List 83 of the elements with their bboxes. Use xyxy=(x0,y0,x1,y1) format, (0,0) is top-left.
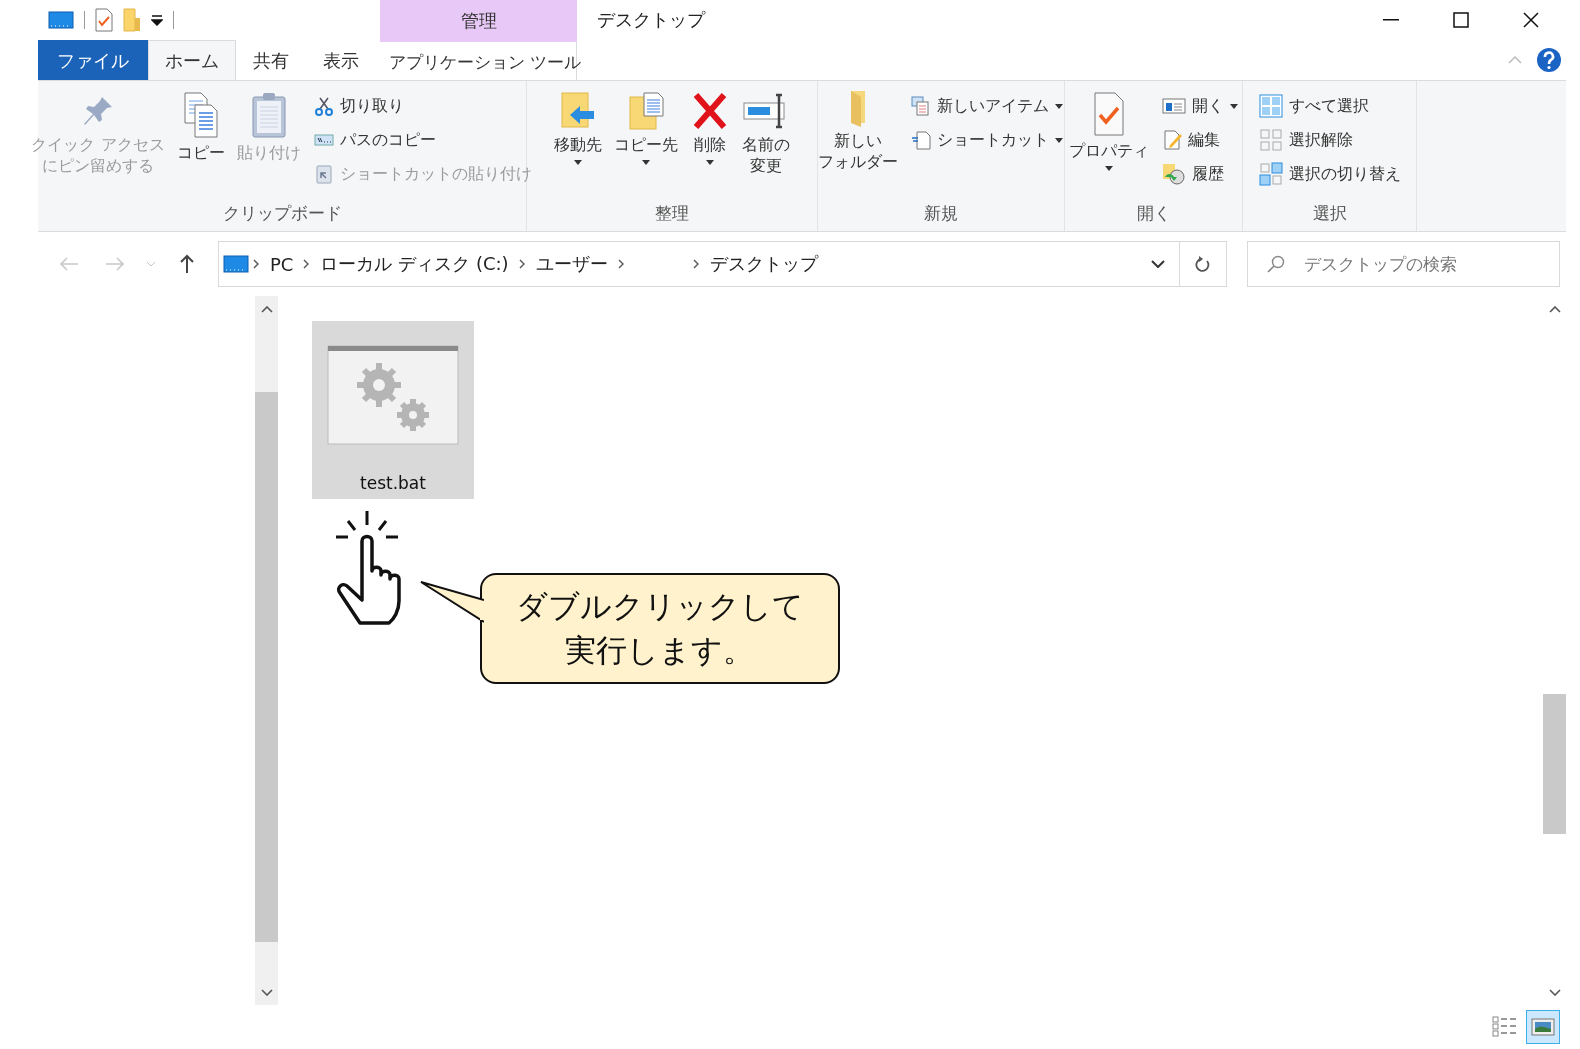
window-title: デスクトップ xyxy=(597,8,707,32)
group-label: 整理 xyxy=(654,202,690,225)
chevron-right-icon xyxy=(253,259,260,269)
ribbon-tab[interactable]: 共有 xyxy=(236,40,306,80)
breadcrumb[interactable]: ローカル ディスク (C:) xyxy=(314,252,515,276)
ribbon-tab[interactable]: 表示 xyxy=(306,40,376,80)
chevron-right-icon xyxy=(518,259,526,269)
chevron-down-icon xyxy=(146,261,156,267)
search-field[interactable]: デスクトップの検索 xyxy=(1247,241,1560,287)
ribbon-button[interactable]: コピー先 xyxy=(611,89,681,202)
minimize-icon xyxy=(1383,19,1399,21)
shortcut-icon xyxy=(911,130,931,150)
folder-icon xyxy=(851,91,865,127)
scroll-up-icon xyxy=(260,305,273,313)
search-icon xyxy=(1267,255,1285,273)
breadcrumb[interactable]: ユーザー xyxy=(529,252,614,276)
grid-icon xyxy=(1258,94,1283,118)
partial-grid-icon xyxy=(1258,162,1283,186)
refresh-icon xyxy=(1195,255,1211,273)
address-bar[interactable]: PC ローカル ディスク (C:) ユーザー デスクトップ xyxy=(218,241,1180,287)
checkmark-document-icon xyxy=(95,8,113,32)
scrollbar-thumb[interactable] xyxy=(255,392,278,942)
folder-copy-icon xyxy=(626,91,666,131)
group-label: 新規 xyxy=(923,202,959,225)
context-tab-header: 管理 xyxy=(380,0,577,42)
scroll-up-icon xyxy=(1548,305,1561,313)
ribbon-button[interactable]: 削除 xyxy=(687,89,733,202)
window-icon xyxy=(1161,96,1186,116)
ribbon-button[interactable]: 切り取り xyxy=(309,89,536,123)
collapse-ribbon-icon xyxy=(1508,56,1522,64)
gear-window-icon xyxy=(327,345,459,445)
breadcrumb[interactable]: デスクトップ xyxy=(703,252,824,276)
close-icon xyxy=(1523,12,1539,28)
folder-icon xyxy=(123,8,141,32)
help-icon xyxy=(1536,47,1562,73)
chevron-down-icon xyxy=(1151,260,1165,268)
view-button[interactable] xyxy=(1526,1010,1560,1044)
chevron-right-icon xyxy=(303,259,311,269)
customize-dropdown-icon xyxy=(151,14,163,26)
ribbon-button[interactable]: 選択の切り替え xyxy=(1254,157,1405,191)
ribbon-button[interactable]: 新しいアイテム xyxy=(907,89,1067,123)
scrollbar-thumb[interactable] xyxy=(1543,694,1566,834)
empty-grid-icon xyxy=(1258,128,1283,152)
shortcut-paste-icon xyxy=(313,164,334,184)
chevron-right-icon xyxy=(617,259,625,269)
scroll-down-icon xyxy=(1548,988,1561,996)
refresh-button[interactable] xyxy=(1180,241,1227,287)
ribbon-button[interactable]: 開く xyxy=(1157,89,1242,123)
ribbon-button[interactable]: 名前の 変更 xyxy=(739,89,793,202)
ribbon-tab[interactable]: ファイル xyxy=(38,40,148,80)
scissors-icon xyxy=(313,96,334,116)
large-icons-view-icon xyxy=(1531,1018,1555,1036)
ribbon-tab[interactable]: アプリケーション ツール xyxy=(380,42,591,82)
ribbon-button[interactable]: プロパティ xyxy=(1065,89,1152,202)
ribbon-button[interactable]: パスのコピー xyxy=(309,123,536,157)
ribbon-button[interactable]: 新しい フォルダー xyxy=(815,89,901,202)
ribbon-button[interactable]: ショートカット xyxy=(907,123,1067,157)
details-view-icon xyxy=(1492,1016,1518,1038)
ribbon-tab[interactable]: ホーム xyxy=(148,40,236,81)
pencil-icon xyxy=(1161,129,1182,151)
scroll-down-icon xyxy=(260,988,273,996)
group-label: 選択 xyxy=(1311,202,1348,225)
monitor-icon xyxy=(48,10,74,30)
monitor-icon xyxy=(223,254,249,274)
scrollbar[interactable] xyxy=(255,296,278,1005)
file-item[interactable]: test.bat xyxy=(312,321,474,499)
ribbon-button[interactable]: 編集 xyxy=(1157,123,1242,157)
chevron-right-icon xyxy=(692,259,700,269)
maximize-icon xyxy=(1453,12,1469,28)
group-label: クリップボード xyxy=(221,202,343,225)
ribbon-button[interactable]: コピー xyxy=(173,89,228,202)
ribbon-button[interactable]: 履歴 xyxy=(1157,157,1242,191)
back-arrow-icon xyxy=(59,256,79,272)
ribbon-button[interactable]: 移動先 xyxy=(551,89,605,202)
ribbon-button[interactable]: 選択解除 xyxy=(1254,123,1405,157)
forward-arrow-icon xyxy=(105,256,125,272)
callout-text: ダブルクリックして実行します。 xyxy=(515,587,805,670)
ribbon-button[interactable]: すべて選択 xyxy=(1254,89,1405,123)
history-icon xyxy=(1161,163,1186,185)
up-arrow-icon xyxy=(179,254,195,274)
group-label: 開く xyxy=(1135,202,1172,225)
new-item-icon xyxy=(911,96,931,116)
breadcrumb[interactable]: PC xyxy=(264,253,300,275)
